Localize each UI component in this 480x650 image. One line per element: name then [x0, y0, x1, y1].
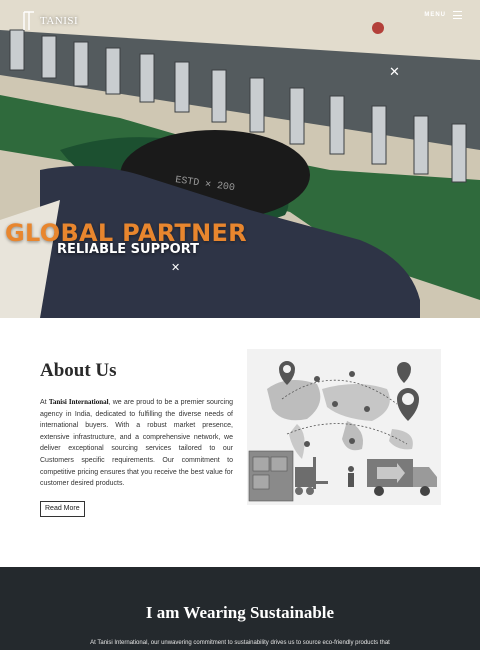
sustainable-section: I am Wearing Sustainable At Tanisi Inter…: [0, 567, 480, 650]
sustainable-title: I am Wearing Sustainable: [145, 603, 335, 622]
logistics-illustration: [247, 349, 441, 505]
about-text: At Tanisi International, we are proud to…: [40, 397, 233, 490]
read-more-button[interactable]: Read More: [40, 501, 85, 517]
company-name: Tanisi International: [48, 398, 109, 406]
hero-banner: ESTD ✕ 200 TANISI MENU ✕ GLOBAL PARTNER …: [0, 0, 480, 318]
logo-text: TANISI: [40, 15, 79, 27]
brand-logo[interactable]: TANISI: [22, 11, 78, 31]
sustainable-text: At Tanisi International, our unwavering …: [90, 640, 390, 646]
menu-button[interactable]: MENU: [424, 11, 462, 19]
embroidery-machine-image: ESTD ✕ 200: [0, 0, 480, 318]
about-section: About Us At Tanisi International, we are…: [0, 318, 480, 567]
close-icon[interactable]: ✕: [389, 65, 400, 78]
hamburger-icon: [453, 11, 462, 19]
menu-label: MENU: [424, 12, 446, 18]
close-icon[interactable]: ✕: [171, 263, 180, 274]
logo-mark-icon: [22, 11, 36, 31]
about-intro: At: [40, 399, 49, 406]
hero-subheadline: RELIABLE SUPPORT: [57, 242, 199, 257]
about-body: , we are proud to be a premier sourcing …: [40, 399, 233, 488]
about-title: About Us: [40, 360, 117, 381]
